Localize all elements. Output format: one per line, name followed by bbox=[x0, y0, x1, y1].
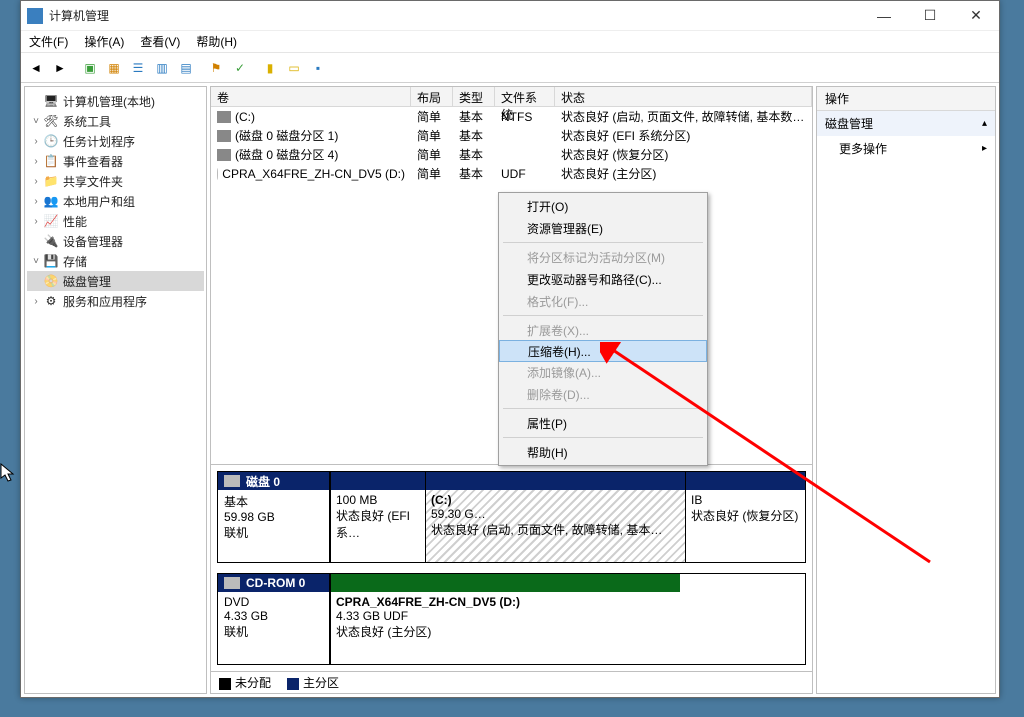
disk0-part2[interactable]: (C:) 59.30 G… 状态良好 (启动, 页面文件, 故障转储, 基本… bbox=[425, 472, 685, 562]
volume-row[interactable]: (磁盘 0 磁盘分区 4)简单基本状态良好 (恢复分区) bbox=[211, 145, 812, 164]
ctx-delete: 删除卷(D)... bbox=[499, 383, 707, 405]
properties-button[interactable]: ▦ bbox=[103, 57, 125, 79]
close-button[interactable]: ✕ bbox=[953, 1, 999, 31]
disk-icon bbox=[224, 475, 240, 487]
app-icon bbox=[27, 8, 43, 24]
tree-systools[interactable]: ˅🛠系统工具 bbox=[27, 111, 204, 131]
export-button[interactable]: ▥ bbox=[151, 57, 173, 79]
tree-perf[interactable]: ›📈性能 bbox=[27, 211, 204, 231]
tree-users[interactable]: ›👥本地用户和组 bbox=[27, 191, 204, 211]
actions-more[interactable]: 更多操作▸ bbox=[817, 136, 995, 161]
up-button[interactable]: ▣ bbox=[79, 57, 101, 79]
toolbar: ◄ ► ▣ ▦ ☰ ▥ ▤ ⚑ ✓ ▮ ▭ ▪ bbox=[21, 53, 999, 83]
ctx-open[interactable]: 打开(O) bbox=[499, 195, 707, 217]
menu-view[interactable]: 查看(V) bbox=[140, 33, 180, 50]
col-status[interactable]: 状态 bbox=[555, 87, 812, 106]
ctx-shrink[interactable]: 压缩卷(H)... bbox=[499, 340, 707, 362]
actions-section[interactable]: 磁盘管理▴ bbox=[817, 111, 995, 136]
list-button[interactable]: ▤ bbox=[175, 57, 197, 79]
maximize-button[interactable]: ☐ bbox=[907, 1, 953, 31]
disk-map: 磁盘 0 基本 59.98 GB 联机 100 MB 状态良好 (EFI 系… bbox=[211, 464, 812, 671]
tree-services[interactable]: ›⚙服务和应用程序 bbox=[27, 291, 204, 311]
ctx-prop[interactable]: 属性(P) bbox=[499, 412, 707, 434]
cdrom-part[interactable]: CPRA_X64FRE_ZH-CN_DV5 (D:) 4.33 GB UDF 状… bbox=[330, 574, 680, 664]
actions-header: 操作 bbox=[817, 87, 995, 111]
cdrom-info: CD-ROM 0 DVD 4.33 GB 联机 bbox=[218, 574, 330, 664]
tree-storage[interactable]: ˅💾存储 bbox=[27, 251, 204, 271]
menu-help[interactable]: 帮助(H) bbox=[196, 33, 237, 50]
disk0-part3[interactable]: IB 状态良好 (恢复分区) bbox=[685, 472, 805, 562]
ctx-help[interactable]: 帮助(H) bbox=[499, 441, 707, 463]
volume-row[interactable]: (磁盘 0 磁盘分区 1)简单基本状态良好 (EFI 系统分区) bbox=[211, 126, 812, 145]
volume-row[interactable]: CPRA_X64FRE_ZH-CN_DV5 (D:)简单基本UDF状态良好 (主… bbox=[211, 164, 812, 183]
ctx-extend: 扩展卷(X)... bbox=[499, 319, 707, 341]
minimize-button[interactable]: — bbox=[861, 1, 907, 31]
tree-diskmgmt[interactable]: 📀磁盘管理 bbox=[27, 271, 204, 291]
menu-action[interactable]: 操作(A) bbox=[84, 33, 124, 50]
volume-header: 卷 布局 类型 文件系统 状态 bbox=[211, 87, 812, 107]
context-menu: 打开(O) 资源管理器(E) 将分区标记为活动分区(M) 更改驱动器号和路径(C… bbox=[498, 192, 708, 466]
nav-tree[interactable]: 🖥计算机管理(本地) ˅🛠系统工具 ›🕒任务计划程序 ›📋事件查看器 ›📁共享文… bbox=[24, 86, 207, 694]
col-layout[interactable]: 布局 bbox=[411, 87, 453, 106]
refresh-button[interactable]: ☰ bbox=[127, 57, 149, 79]
tree-devmgr[interactable]: 🔌设备管理器 bbox=[27, 231, 204, 251]
ctx-change[interactable]: 更改驱动器号和路径(C)... bbox=[499, 268, 707, 290]
tree-event[interactable]: ›📋事件查看器 bbox=[27, 151, 204, 171]
back-button[interactable]: ◄ bbox=[25, 57, 47, 79]
ctx-mark: 将分区标记为活动分区(M) bbox=[499, 246, 707, 268]
folder-button[interactable]: ▭ bbox=[283, 57, 305, 79]
forward-button[interactable]: ► bbox=[49, 57, 71, 79]
col-type[interactable]: 类型 bbox=[453, 87, 495, 106]
col-volume[interactable]: 卷 bbox=[211, 87, 411, 106]
help-button[interactable]: ⚑ bbox=[205, 57, 227, 79]
window-title: 计算机管理 bbox=[49, 7, 109, 24]
settings-button[interactable]: ▪ bbox=[307, 57, 329, 79]
cdrom-row[interactable]: CD-ROM 0 DVD 4.33 GB 联机 CPRA_X64FRE_ZH-C… bbox=[217, 573, 806, 665]
disk0-info: 磁盘 0 基本 59.98 GB 联机 bbox=[218, 472, 330, 562]
tree-task[interactable]: ›🕒任务计划程序 bbox=[27, 131, 204, 151]
menubar: 文件(F) 操作(A) 查看(V) 帮助(H) bbox=[21, 31, 999, 53]
titlebar: 计算机管理 — ☐ ✕ bbox=[21, 1, 999, 31]
legend: 未分配 主分区 bbox=[211, 671, 812, 693]
tree-shared[interactable]: ›📁共享文件夹 bbox=[27, 171, 204, 191]
volume-list[interactable]: (C:)简单基本NTFS状态良好 (启动, 页面文件, 故障转储, 基本数据分…… bbox=[211, 107, 812, 183]
menu-file[interactable]: 文件(F) bbox=[29, 33, 68, 50]
tree-root[interactable]: 🖥计算机管理(本地) bbox=[27, 91, 204, 111]
ctx-format: 格式化(F)... bbox=[499, 290, 707, 312]
volume-row[interactable]: (C:)简单基本NTFS状态良好 (启动, 页面文件, 故障转储, 基本数据分… bbox=[211, 107, 812, 126]
new-button[interactable]: ▮ bbox=[259, 57, 281, 79]
disk0-part1[interactable]: 100 MB 状态良好 (EFI 系… bbox=[330, 472, 425, 562]
action-button[interactable]: ✓ bbox=[229, 57, 251, 79]
disk0-row[interactable]: 磁盘 0 基本 59.98 GB 联机 100 MB 状态良好 (EFI 系… bbox=[217, 471, 806, 563]
cdrom-icon bbox=[224, 577, 240, 589]
col-fs[interactable]: 文件系统 bbox=[495, 87, 555, 106]
ctx-explorer[interactable]: 资源管理器(E) bbox=[499, 217, 707, 239]
ctx-mirror: 添加镜像(A)... bbox=[499, 361, 707, 383]
actions-pane: 操作 磁盘管理▴ 更多操作▸ bbox=[816, 86, 996, 694]
mouse-cursor-icon bbox=[0, 463, 16, 483]
